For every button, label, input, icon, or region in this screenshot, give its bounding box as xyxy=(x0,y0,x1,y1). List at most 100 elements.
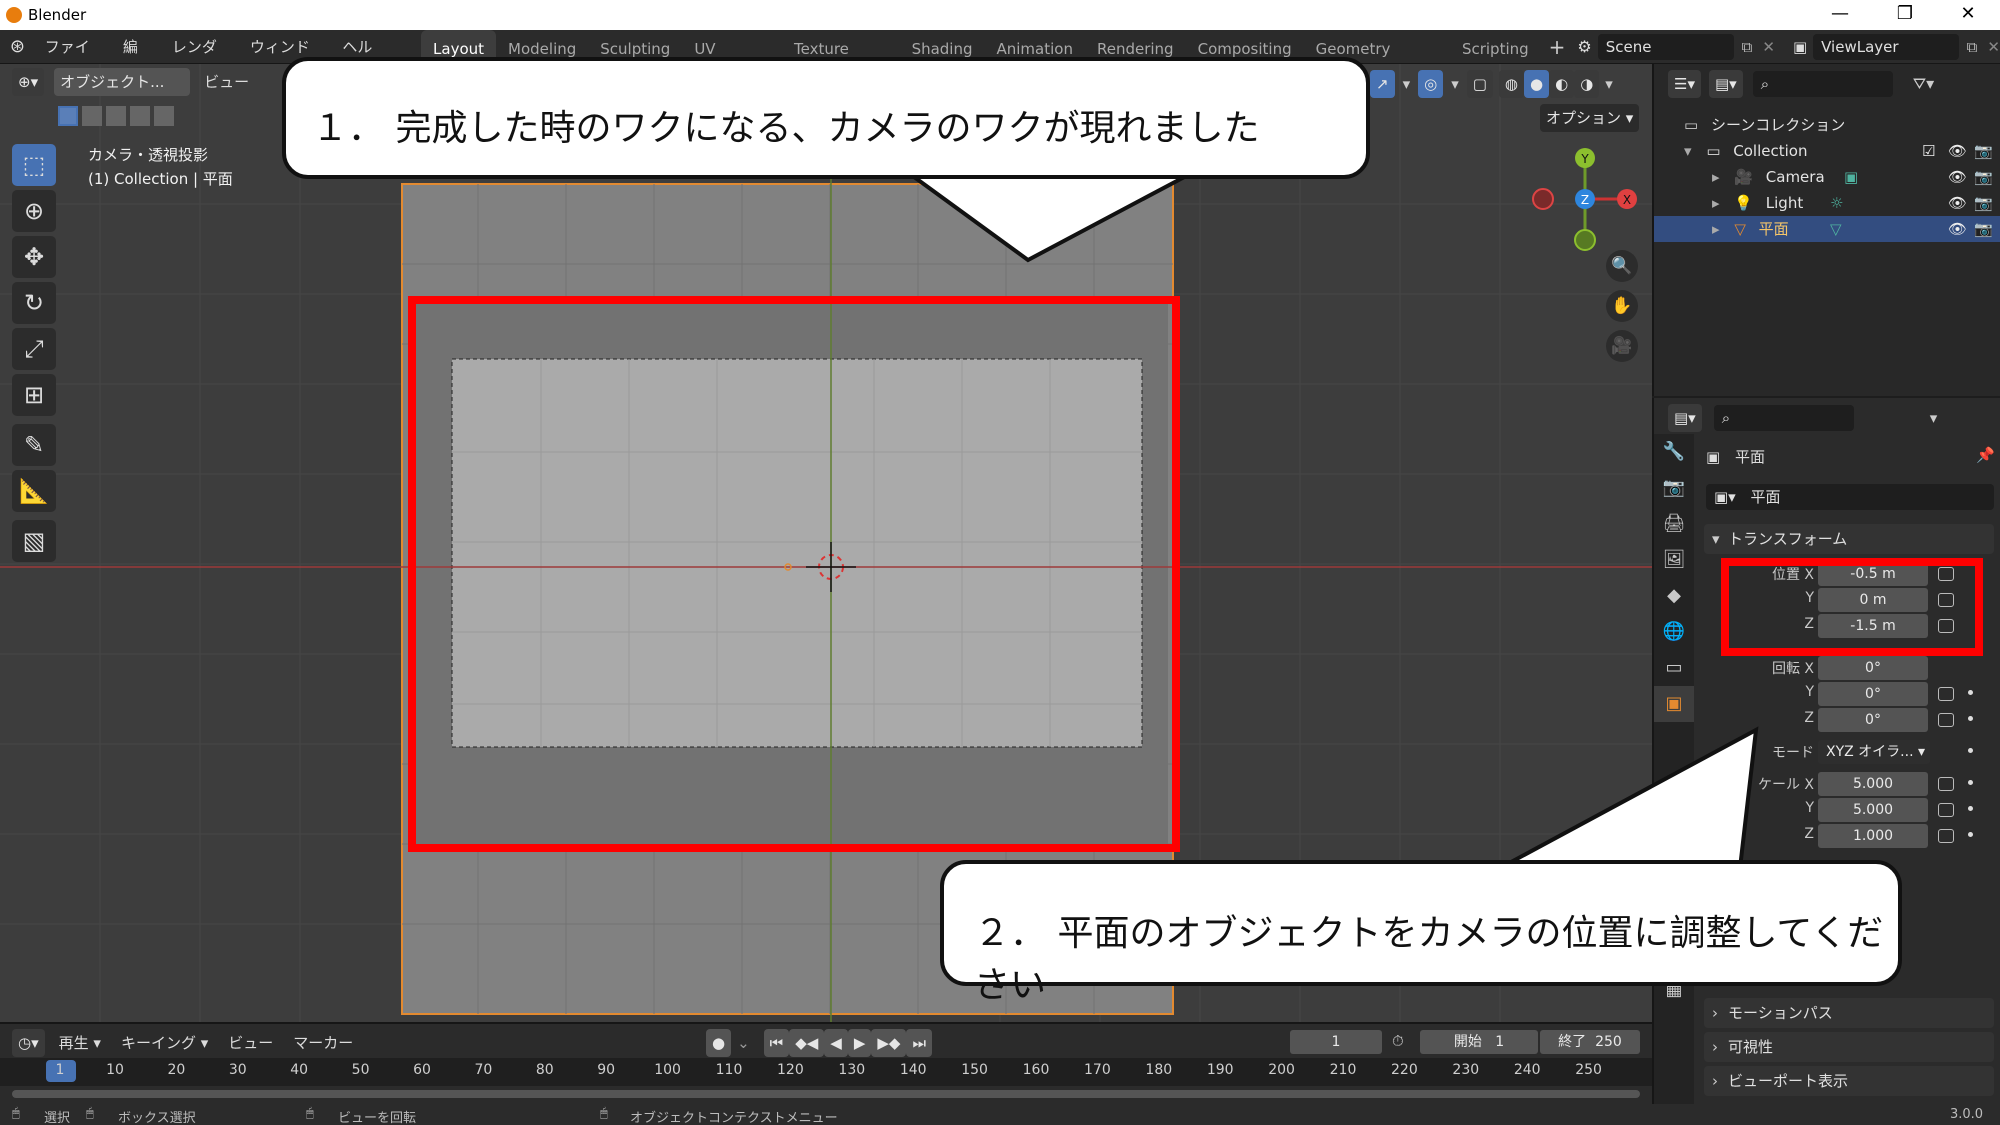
viewport-display-panel-header[interactable]: › ビューポート表示 xyxy=(1704,1066,1994,1096)
expand-chevron-icon[interactable]: ▸ xyxy=(1712,168,1720,186)
scene-selector-icon[interactable]: ⚙ xyxy=(1577,37,1591,56)
tool-tab-icon[interactable]: 🔧 xyxy=(1654,434,1694,470)
keyframe-dot-icon[interactable] xyxy=(1968,832,1973,837)
tab-scripting[interactable]: Scripting xyxy=(1450,30,1541,64)
lock-scale-y-icon[interactable] xyxy=(1938,803,1954,817)
render-camera-icon[interactable]: 📷 xyxy=(1974,190,1993,216)
outliner-row-collection[interactable]: ▾ ▭ Collection ☑ 👁 📷 xyxy=(1654,138,2000,164)
timeline-view-menu[interactable]: ビュー xyxy=(218,1026,283,1060)
rotation-y-field[interactable]: 0° xyxy=(1818,682,1928,706)
lock-rotation-y-icon[interactable] xyxy=(1938,687,1954,701)
overlay-toggle-icon[interactable]: ◎ xyxy=(1418,70,1444,98)
expand-chevron-icon[interactable]: ▸ xyxy=(1712,220,1720,238)
lock-scale-z-icon[interactable] xyxy=(1938,829,1954,843)
properties-search-input[interactable]: ⌕ xyxy=(1713,405,1854,431)
menu-render[interactable]: レンダー xyxy=(162,30,240,90)
visibility-panel-header[interactable]: › 可視性 xyxy=(1704,1032,1994,1062)
minimize-button[interactable]: — xyxy=(1820,3,1860,27)
scene-collection-row[interactable]: ▭ シーンコレクション xyxy=(1654,112,2000,138)
select-new-icon[interactable] xyxy=(58,106,78,126)
render-tab-icon[interactable]: 📷 xyxy=(1654,470,1694,506)
rotation-x-field[interactable]: 0° xyxy=(1818,656,1928,680)
blender-menu-icon[interactable]: ⊛ xyxy=(0,36,35,57)
current-frame-field[interactable]: 1 xyxy=(1290,1030,1382,1054)
motion-paths-panel-header[interactable]: › モーションパス xyxy=(1704,998,1994,1028)
keyframe-dot-icon[interactable] xyxy=(1968,748,1973,753)
view-menu[interactable]: ビュー xyxy=(194,65,259,99)
scale-tool-icon[interactable]: ⤢ xyxy=(12,328,56,370)
timeline-scrollbar[interactable] xyxy=(12,1090,1640,1098)
view-layer-icon[interactable]: ▣ xyxy=(1793,38,1807,56)
rotate-tool-icon[interactable]: ↻ xyxy=(12,282,56,324)
keyframe-dot-icon[interactable] xyxy=(1968,780,1973,785)
add-workspace-button[interactable]: + xyxy=(1541,35,1574,59)
scene-field[interactable]: Scene xyxy=(1597,33,1734,60)
menu-edit[interactable]: 編集 xyxy=(113,30,162,90)
menu-file[interactable]: ファイル xyxy=(35,30,113,90)
keyframe-dot-icon[interactable] xyxy=(1968,690,1973,695)
shading-dropdown-icon[interactable]: ▾ xyxy=(1605,75,1613,93)
new-scene-icon[interactable]: ⧉ xyxy=(1742,38,1753,56)
timeline-editor-icon[interactable]: ◷▾ xyxy=(12,1029,45,1057)
auto-key-dropdown-icon[interactable]: ⌄ xyxy=(737,1034,750,1052)
end-frame-field[interactable]: 終了 250 xyxy=(1540,1030,1640,1054)
scale-z-field[interactable]: 1.000 xyxy=(1818,824,1928,848)
marker-menu[interactable]: マーカー xyxy=(283,1026,363,1060)
maximize-button[interactable]: ❐ xyxy=(1885,3,1925,27)
view-layer-field[interactable]: ViewLayer xyxy=(1813,33,1959,60)
move-tool-icon[interactable]: ✥ xyxy=(12,236,56,278)
outliner-row-light[interactable]: ▸ 💡 Light ☼ 👁 📷 xyxy=(1654,190,2000,216)
overlay-dropdown-icon[interactable]: ▾ xyxy=(1451,75,1459,93)
select-intersect-icon[interactable] xyxy=(154,106,174,126)
add-cube-tool-icon[interactable]: ▧ xyxy=(12,520,56,562)
play-reverse-icon[interactable]: ◀ xyxy=(824,1029,848,1057)
annotate-tool-icon[interactable]: ✎ xyxy=(12,424,56,466)
collection-tab-icon[interactable]: ▭ xyxy=(1654,650,1694,686)
next-keyframe-icon[interactable]: ▶◆ xyxy=(871,1029,907,1057)
visibility-eye-icon[interactable]: 👁 xyxy=(1948,216,1967,242)
rendered-shading-icon[interactable]: ◑ xyxy=(1574,70,1600,98)
gizmo-dropdown-icon[interactable]: ▾ xyxy=(1403,75,1411,93)
scale-x-field[interactable]: 5.000 xyxy=(1818,772,1928,796)
gizmo-toggle-icon[interactable]: ↗ xyxy=(1370,70,1395,98)
properties-dropdown-icon[interactable]: ▾ xyxy=(1930,409,1938,427)
keying-menu[interactable]: キーイング ▾ xyxy=(111,1026,218,1060)
outliner-editor-icon[interactable]: ☰▾ xyxy=(1668,70,1701,98)
camera-data-icon[interactable]: ▣ xyxy=(1844,164,1858,190)
keyframe-dot-icon[interactable] xyxy=(1968,716,1973,721)
playback-menu[interactable]: 再生 ▾ xyxy=(49,1026,111,1060)
visibility-eye-icon[interactable]: 👁 xyxy=(1948,164,1967,190)
lock-rotation-z-icon[interactable] xyxy=(1938,713,1954,727)
auto-key-icon[interactable]: ● xyxy=(706,1029,732,1057)
object-data-field[interactable]: ▣▾ 平面 xyxy=(1706,484,1994,510)
wireframe-shading-icon[interactable]: ◍ xyxy=(1498,70,1525,98)
rotation-mode-dropdown[interactable]: XYZ オイラ... ▾ xyxy=(1818,740,1930,764)
render-camera-icon[interactable]: 📷 xyxy=(1974,216,1993,242)
options-dropdown[interactable]: オプション ▾ xyxy=(1540,104,1640,132)
delete-scene-icon[interactable]: ✕ xyxy=(1762,38,1775,56)
exclude-checkbox-icon[interactable]: ☑ xyxy=(1922,138,1935,164)
scale-y-field[interactable]: 5.000 xyxy=(1818,798,1928,822)
pin-icon[interactable]: 📌 xyxy=(1976,446,1995,464)
xray-toggle-icon[interactable]: ▢ xyxy=(1466,70,1493,98)
world-tab-icon[interactable]: 🌐 xyxy=(1654,614,1694,650)
navigation-gizmo[interactable]: Y X Z xyxy=(1530,144,1640,254)
camera-view-icon[interactable]: 🎥 xyxy=(1606,330,1638,362)
jump-end-icon[interactable]: ⏭ xyxy=(906,1029,932,1057)
measure-tool-icon[interactable]: 📐 xyxy=(12,470,56,512)
delete-view-layer-icon[interactable]: ✕ xyxy=(1987,38,2000,56)
mesh-data-icon[interactable]: ▽ xyxy=(1830,216,1842,242)
zoom-icon[interactable]: 🔍 xyxy=(1606,250,1638,282)
display-mode-icon[interactable]: ▤▾ xyxy=(1708,70,1743,98)
outliner-row-camera[interactable]: ▸ 🎥 Camera ▣ 👁 📷 xyxy=(1654,164,2000,190)
keyframe-dot-icon[interactable] xyxy=(1968,806,1973,811)
rotation-z-field[interactable]: 0° xyxy=(1818,708,1928,732)
material-shading-icon[interactable]: ◐ xyxy=(1549,70,1575,98)
filter-icon[interactable]: ⛛▾ xyxy=(1913,74,1934,94)
light-data-icon[interactable]: ☼ xyxy=(1830,190,1843,216)
solid-shading-icon[interactable]: ● xyxy=(1524,70,1550,98)
scene-tab-icon[interactable]: ◆ xyxy=(1654,578,1694,614)
expand-chevron-icon[interactable]: ▾ xyxy=(1684,142,1692,160)
visibility-eye-icon[interactable]: 👁 xyxy=(1948,190,1967,216)
close-button[interactable]: ✕ xyxy=(1948,3,1988,27)
